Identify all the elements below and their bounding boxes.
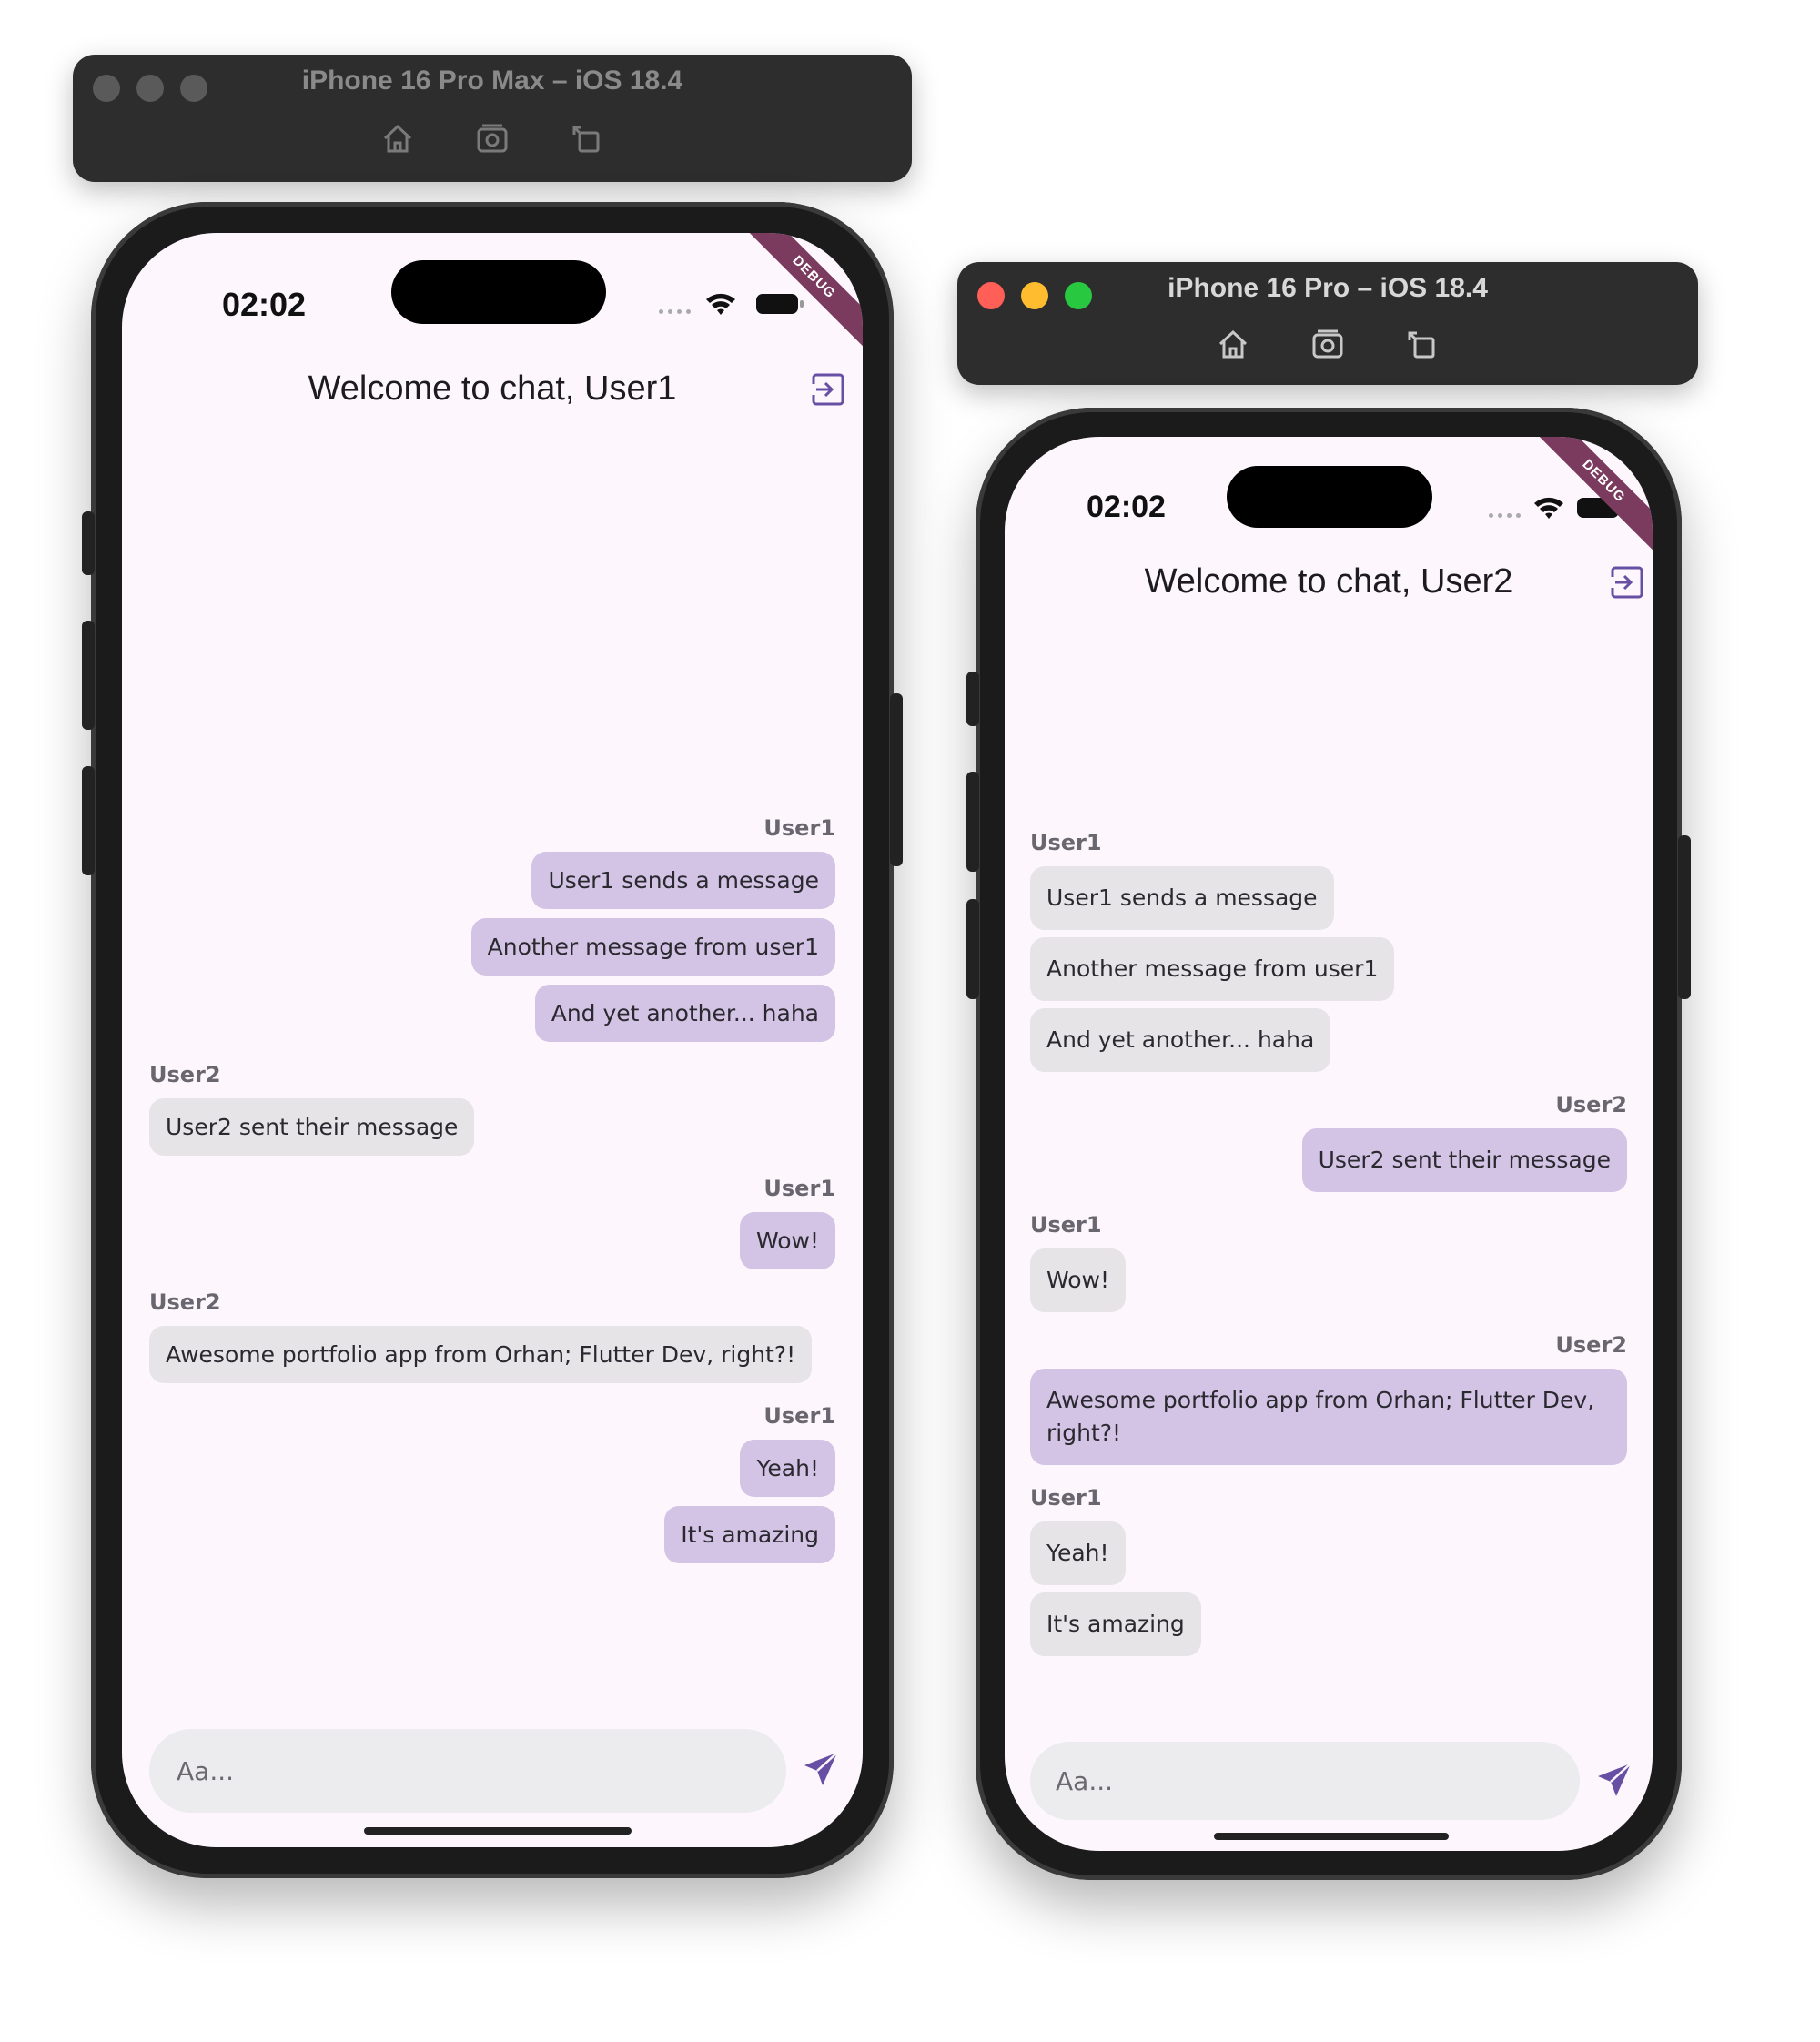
message-group: User1 Wow! <box>149 1176 835 1279</box>
simulator-titlebar-pro-max: iPhone 16 Pro Max – iOS 18.4 <box>73 55 912 182</box>
logout-icon[interactable] <box>1609 564 1645 601</box>
screenshot-icon[interactable] <box>474 120 511 157</box>
message-input[interactable] <box>1054 1764 1556 1797</box>
status-time: 02:02 <box>222 286 307 323</box>
message-bubble[interactable]: User2 sent their message <box>1301 1128 1627 1192</box>
logout-icon[interactable] <box>810 371 846 408</box>
message-bubble[interactable]: It's amazing <box>664 1506 835 1563</box>
simulator-title: iPhone 16 Pro Max – iOS 18.4 <box>301 66 683 96</box>
message-bubble[interactable]: And yet another... haha <box>1030 1008 1331 1072</box>
signal-icon <box>659 309 691 314</box>
volume-up-button <box>82 621 95 730</box>
message-bubble[interactable]: Yeah! <box>740 1440 835 1497</box>
screenshot-icon[interactable] <box>1309 326 1346 362</box>
power-button <box>890 693 903 866</box>
message-group: User1 Yeah! It's amazing <box>149 1403 835 1572</box>
message-sender: User1 <box>1030 830 1102 855</box>
message-sender: User1 <box>1030 1485 1102 1511</box>
status-time: 02:02 <box>1087 490 1166 524</box>
power-button <box>1678 835 1691 999</box>
message-group: User1 User1 sends a message Another messag… <box>1030 830 1627 1079</box>
message-bubble[interactable]: Awesome portfolio app from Orhan; Flutte… <box>149 1326 813 1383</box>
dynamic-island <box>391 260 606 324</box>
message-sender: User2 <box>1555 1092 1627 1117</box>
simulator-toolbar <box>957 326 1698 362</box>
message-input-container <box>1030 1742 1580 1820</box>
home-icon[interactable] <box>1215 326 1251 362</box>
rotate-icon[interactable] <box>1404 326 1441 362</box>
message-group: User1 Yeah! It's amazing <box>1030 1485 1627 1663</box>
wifi-icon <box>1534 497 1563 519</box>
composer <box>149 1729 838 1813</box>
message-group: User2 User2 sent their message <box>149 1062 835 1165</box>
message-group: User2 Awesome portfolio app from Orhan; F… <box>149 1289 835 1392</box>
volume-down-button <box>82 766 95 875</box>
home-icon[interactable] <box>379 120 416 157</box>
message-input[interactable] <box>175 1754 761 1787</box>
message-sender: User2 <box>149 1062 221 1087</box>
dynamic-island <box>1227 466 1432 528</box>
message-sender: User1 <box>763 815 835 841</box>
action-button <box>966 672 979 726</box>
volume-up-button <box>966 772 979 872</box>
home-indicator[interactable] <box>1214 1833 1449 1840</box>
message-group: User1 User1 sends a message Another messag… <box>149 815 835 1051</box>
message-bubble[interactable]: And yet another... haha <box>534 985 835 1042</box>
message-bubble[interactable]: Yeah! <box>1030 1521 1126 1585</box>
rotate-icon[interactable] <box>569 120 605 157</box>
send-icon[interactable] <box>1594 1760 1634 1800</box>
message-sender: User1 <box>763 1403 835 1429</box>
page-title: Welcome to chat, User1 <box>308 369 677 408</box>
message-bubble[interactable]: Another message from user1 <box>470 918 835 976</box>
message-bubble[interactable]: User1 sends a message <box>531 852 835 909</box>
message-bubble[interactable]: Another message from user1 <box>1030 937 1395 1001</box>
iphone-16-pro-max-device: 02:02 DEBUG Welcome to chat, User1 User1… <box>82 202 903 1878</box>
iphone-16-pro-device: 02:02 DEBUG Welcome to chat, User2 User1… <box>966 408 1691 1880</box>
battery-icon <box>756 294 804 314</box>
simulator-title: iPhone 16 Pro – iOS 18.4 <box>1168 273 1488 303</box>
message-bubble[interactable]: Awesome portfolio app from Orhan; Flutte… <box>1030 1369 1627 1465</box>
message-bubble[interactable]: User2 sent their message <box>149 1098 475 1156</box>
composer <box>1030 1742 1634 1820</box>
message-sender: User1 <box>763 1176 835 1201</box>
message-sender: User1 <box>1030 1212 1102 1238</box>
message-group: User2 Awesome portfolio app from Orhan; F… <box>1030 1332 1627 1472</box>
message-bubble[interactable]: Wow! <box>739 1212 835 1269</box>
message-list: User1 User1 sends a message Another messag… <box>1005 830 1653 1676</box>
message-input-container <box>149 1729 786 1813</box>
simulator-titlebar-pro: iPhone 16 Pro – iOS 18.4 <box>957 262 1698 385</box>
volume-down-button <box>966 899 979 999</box>
simulator-toolbar <box>73 120 912 157</box>
message-group: User1 Wow! <box>1030 1212 1627 1319</box>
message-bubble[interactable]: User1 sends a message <box>1030 866 1334 930</box>
phone-screen: 02:02 DEBUG Welcome to chat, User1 User1… <box>122 233 863 1847</box>
message-bubble[interactable]: Wow! <box>1030 1248 1127 1312</box>
phone-screen: 02:02 DEBUG Welcome to chat, User2 User1… <box>1005 437 1653 1851</box>
message-list: User1 User1 sends a message Another messag… <box>122 815 863 1583</box>
message-sender: User2 <box>1555 1332 1627 1358</box>
message-sender: User2 <box>149 1289 221 1315</box>
message-bubble[interactable]: It's amazing <box>1030 1592 1201 1656</box>
page-title: Welcome to chat, User2 <box>1144 562 1513 601</box>
signal-icon <box>1489 513 1521 518</box>
home-indicator[interactable] <box>364 1827 632 1835</box>
message-group: User2 User2 sent their message <box>1030 1092 1627 1199</box>
wifi-icon <box>706 293 735 315</box>
action-button <box>82 511 95 575</box>
send-icon[interactable] <box>801 1749 841 1789</box>
